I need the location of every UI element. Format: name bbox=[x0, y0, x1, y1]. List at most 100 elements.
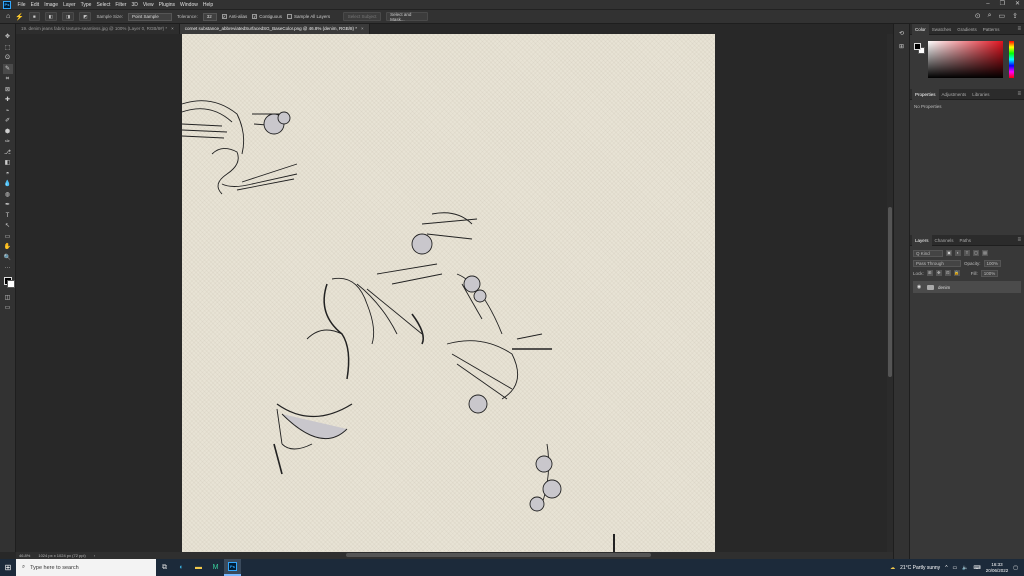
type-tool-icon[interactable]: T bbox=[3, 211, 13, 222]
menu-layer[interactable]: Layer bbox=[61, 2, 79, 8]
weather-text[interactable]: 21°C Partly sunny bbox=[900, 565, 940, 571]
share-arrow-icon[interactable]: ⇪ bbox=[1012, 12, 1018, 20]
shape-filter-icon[interactable]: ▢ bbox=[973, 250, 979, 256]
edge-browser-icon[interactable]: ◐ bbox=[173, 559, 190, 576]
subtract-selection-button[interactable]: ◨ bbox=[61, 12, 75, 21]
status-arrow-icon[interactable]: › bbox=[94, 553, 95, 558]
menu-plugins[interactable]: Plugins bbox=[156, 2, 177, 8]
pen-tool-icon[interactable]: ✒ bbox=[3, 200, 13, 211]
panel-menu-icon[interactable]: ≡ bbox=[1017, 235, 1021, 246]
hand-tool-icon[interactable]: ✋ bbox=[3, 242, 13, 253]
menu-3d[interactable]: 3D bbox=[129, 2, 140, 8]
restore-icon[interactable]: ❐ bbox=[1000, 0, 1005, 9]
frame-tool-icon[interactable]: ⊠ bbox=[3, 85, 13, 96]
close-icon[interactable]: ✕ bbox=[1015, 0, 1020, 9]
quick-mask-icon[interactable]: ◫ bbox=[3, 293, 13, 304]
photoshop-taskbar-icon[interactable]: Ps bbox=[224, 559, 241, 576]
sample-all-layers-checkbox[interactable]: Sample All Layers bbox=[287, 14, 330, 19]
anti-alias-checkbox[interactable]: ✓ Anti-alias bbox=[221, 14, 247, 19]
gradient-tool-icon[interactable]: ◧ bbox=[3, 158, 13, 169]
panel-menu-icon[interactable]: ≡ bbox=[1017, 24, 1021, 35]
history-brush-tool-icon[interactable]: ✑ bbox=[3, 137, 13, 148]
clock[interactable]: 16:33 20/06/2022 bbox=[986, 562, 1009, 573]
share-icon[interactable]: ⊙ bbox=[975, 12, 981, 20]
rectangle-tool-icon[interactable]: ▭ bbox=[3, 232, 13, 243]
sponge-tool-icon[interactable]: ◍ bbox=[3, 190, 13, 201]
sample-size-select[interactable]: Point Sample bbox=[127, 12, 172, 21]
opacity-input[interactable]: 100% bbox=[983, 259, 1002, 267]
dodge-tool-icon[interactable]: 💧 bbox=[3, 179, 13, 190]
lock-artboard-icon[interactable]: ⊡ bbox=[944, 270, 951, 276]
pixel-filter-icon[interactable]: ▣ bbox=[946, 250, 952, 256]
menu-help[interactable]: Help bbox=[200, 2, 215, 8]
tab-libraries[interactable]: Libraries bbox=[969, 89, 992, 100]
network-icon[interactable]: ▭ bbox=[953, 565, 958, 571]
panel-menu-icon[interactable]: ≡ bbox=[1017, 89, 1021, 100]
photoshop-logo-icon[interactable]: Ps bbox=[3, 0, 11, 9]
marquee-tool-icon[interactable]: ⬚ bbox=[3, 43, 13, 54]
app-m-icon[interactable]: M bbox=[207, 559, 224, 576]
lock-pixels-icon[interactable]: ⊞ bbox=[926, 270, 933, 276]
tab-color[interactable]: Color bbox=[912, 23, 929, 35]
menu-file[interactable]: File bbox=[15, 2, 28, 8]
scroll-thumb[interactable] bbox=[888, 207, 892, 377]
tab-paths[interactable]: Paths bbox=[957, 235, 975, 246]
blend-mode-select[interactable]: Pass Through bbox=[913, 259, 961, 267]
foreground-color-chip[interactable] bbox=[914, 43, 921, 50]
color-picker-field[interactable] bbox=[928, 41, 1003, 78]
language-icon[interactable]: ⌨ bbox=[974, 565, 981, 571]
eyedropper-tool-icon[interactable]: ✚ bbox=[3, 95, 13, 106]
smart-object-filter-icon[interactable]: ▤ bbox=[982, 250, 988, 256]
tolerance-input[interactable]: 32 bbox=[202, 12, 217, 21]
type-filter-icon[interactable]: T bbox=[964, 250, 970, 256]
path-selection-tool-icon[interactable]: ↖ bbox=[3, 221, 13, 232]
menu-edit[interactable]: Edit bbox=[28, 2, 42, 8]
background-color-swatch[interactable] bbox=[6, 279, 15, 288]
menu-window[interactable]: Window bbox=[178, 2, 201, 8]
horizontal-scroll-thumb[interactable] bbox=[346, 553, 651, 557]
select-subject-button[interactable]: Select Subject bbox=[343, 12, 382, 21]
lasso-tool-icon[interactable]: ʘ bbox=[3, 53, 13, 64]
magic-wand-tool-icon[interactable]: ✎ bbox=[2, 63, 13, 74]
tab-basecolor[interactable]: cornet substance_abbreviatedSurfacedSG_B… bbox=[179, 24, 370, 34]
crop-tool-icon[interactable]: ⌗ bbox=[3, 74, 13, 85]
lock-position-icon[interactable]: ✥ bbox=[935, 270, 942, 276]
history-icon[interactable]: ⟲ bbox=[899, 30, 904, 37]
menu-type[interactable]: Type bbox=[78, 2, 94, 8]
more-tools-icon[interactable]: ··· bbox=[3, 263, 13, 274]
volume-icon[interactable]: 🔈 bbox=[962, 565, 968, 571]
menu-filter[interactable]: Filter bbox=[113, 2, 129, 8]
hue-slider[interactable] bbox=[1009, 41, 1014, 78]
zoom-level[interactable]: 46.8% bbox=[19, 553, 30, 558]
close-tab-icon[interactable]: × bbox=[171, 26, 174, 31]
windows-start-icon[interactable]: ⊞ bbox=[0, 559, 16, 576]
menu-image[interactable]: Image bbox=[42, 2, 61, 8]
tab-gradients[interactable]: Gradients bbox=[954, 24, 980, 35]
visibility-eye-icon[interactable]: ◉ bbox=[915, 284, 923, 290]
close-tab-icon[interactable]: × bbox=[361, 26, 364, 31]
healing-brush-tool-icon[interactable]: ⌁ bbox=[3, 106, 13, 117]
kind-filter-select[interactable]: Q Kind bbox=[913, 249, 943, 257]
workspace-icon[interactable]: ▭ bbox=[999, 12, 1006, 20]
menu-select[interactable]: Select bbox=[94, 2, 113, 8]
select-and-mask-button[interactable]: Select and Mask... bbox=[386, 12, 429, 22]
file-explorer-icon[interactable]: ▬ bbox=[190, 559, 207, 576]
screen-mode-icon[interactable]: ▭ bbox=[3, 303, 13, 314]
contiguous-checkbox[interactable]: ✓ Contiguous bbox=[252, 14, 282, 19]
tray-up-icon[interactable]: ^ bbox=[945, 565, 947, 571]
minimize-icon[interactable]: – bbox=[986, 0, 989, 9]
magic-wand-preset-icon[interactable]: ⚡ bbox=[15, 13, 24, 21]
home-icon[interactable]: ⌂ bbox=[6, 13, 10, 20]
tab-patterns[interactable]: Patterns bbox=[980, 24, 1003, 35]
move-tool-icon[interactable]: ✥ bbox=[3, 32, 13, 43]
eraser-tool-icon[interactable]: ⎇ bbox=[3, 148, 13, 159]
layer-row-denim[interactable]: ◉ denim bbox=[913, 281, 1021, 293]
tab-layers[interactable]: Layers bbox=[912, 234, 932, 246]
new-selection-button[interactable]: ■ bbox=[28, 12, 40, 21]
lock-all-icon[interactable]: 🔒 bbox=[953, 270, 960, 276]
tab-properties[interactable]: Properties bbox=[912, 88, 939, 100]
tab-denim-jeans[interactable]: 19. denim jeans fabric texture-seamless.… bbox=[16, 24, 180, 34]
document-canvas[interactable] bbox=[182, 34, 715, 552]
zoom-tool-icon[interactable]: 🔍 bbox=[3, 253, 13, 264]
fill-input[interactable]: 100% bbox=[980, 269, 999, 277]
